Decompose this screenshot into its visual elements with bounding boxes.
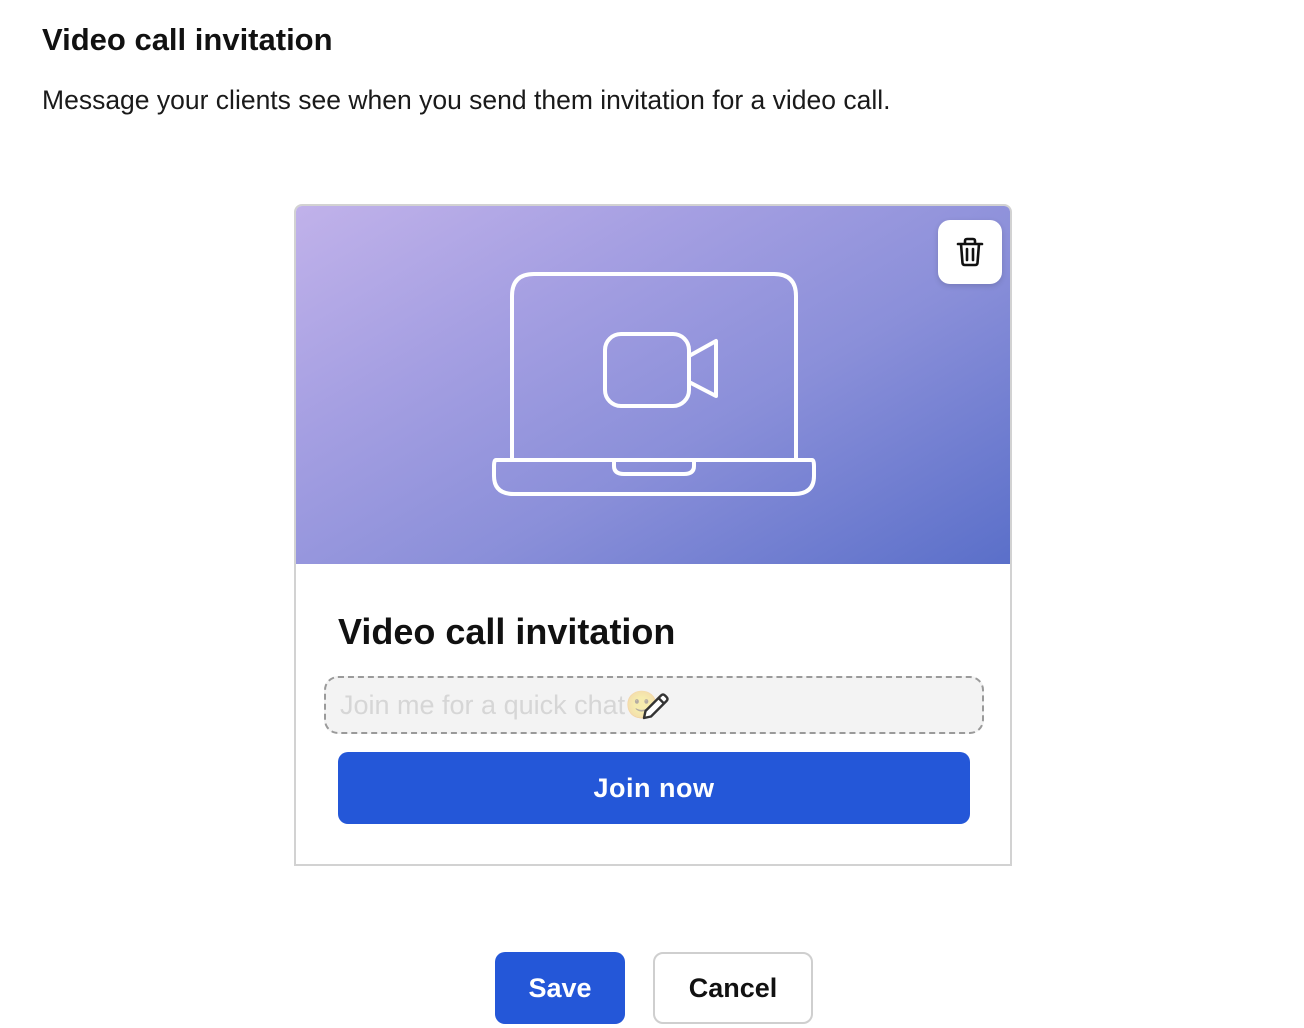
cancel-button[interactable]: Cancel [653,952,813,1024]
message-placeholder: Join me for a quick chat [340,689,626,720]
page: Video call invitation Message your clien… [0,0,1304,1028]
invitation-message-field[interactable]: Join me for a quick chat 🙂 [324,676,984,734]
invitation-preview-card: Video call invitation Join me for a quic… [294,204,1012,866]
delete-button[interactable] [938,220,1002,284]
card-title: Video call invitation [338,611,676,652]
laptop-video-camera-icon [492,272,816,496]
save-button[interactable]: Save [495,952,625,1024]
pencil-icon[interactable] [638,690,672,724]
section-title: Video call invitation [42,22,333,57]
trash-icon [956,237,984,267]
join-now-button[interactable]: Join now [338,752,970,824]
card-banner [296,206,1010,564]
section-description: Message your clients see when you send t… [42,85,891,115]
